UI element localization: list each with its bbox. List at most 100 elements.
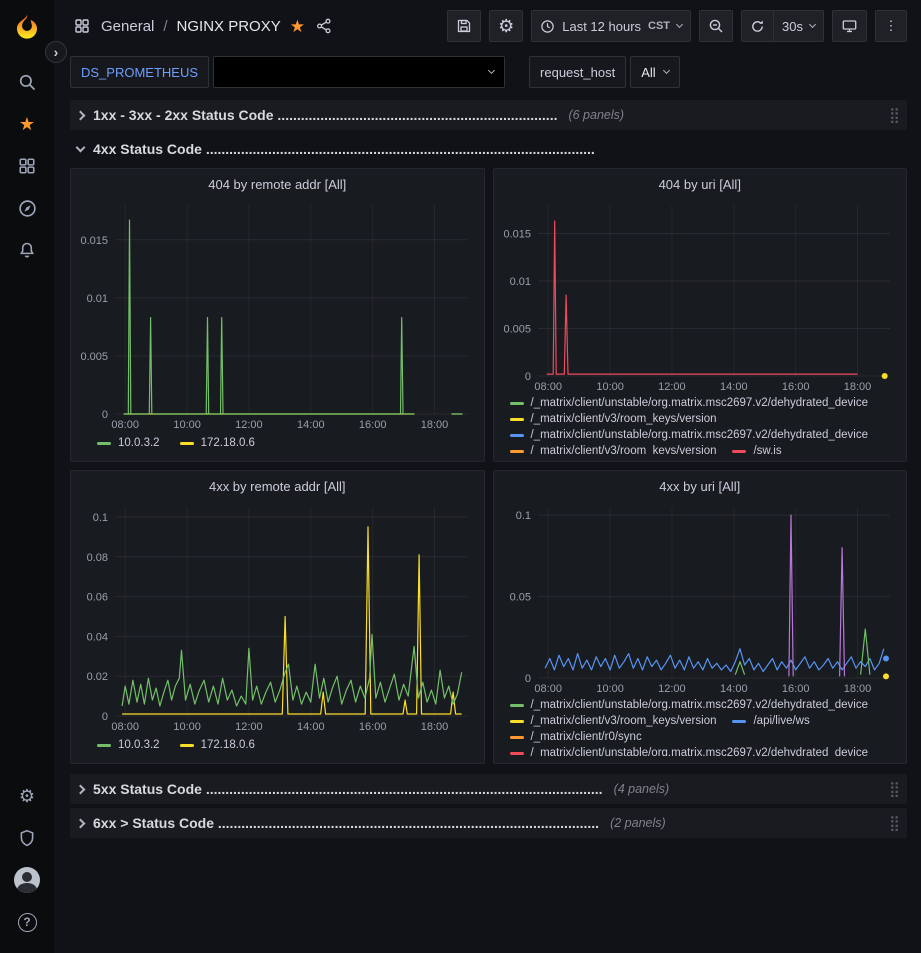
panel: 4xx by remote addr [All] 08:0010:0012:00…	[70, 470, 485, 764]
variable-label-ds-prometheus[interactable]: DS_PROMETHEUS	[70, 56, 209, 88]
legend-series-label: /_matrix/client/v3/room_keys/version	[531, 445, 717, 454]
legend-item[interactable]: 10.0.3.2	[97, 739, 160, 751]
chevron-down-icon	[676, 21, 683, 28]
refresh-icon	[750, 19, 765, 34]
legend-item[interactable]: /_matrix/client/v3/room_keys/version	[510, 715, 717, 727]
dashboard-row-5xx[interactable]: 5xx Status Code ........................…	[70, 774, 907, 804]
share-button[interactable]	[314, 16, 334, 36]
tv-mode-button[interactable]	[832, 10, 867, 42]
variable-label-request-host[interactable]: request_host	[529, 56, 626, 88]
svg-text:18:00: 18:00	[843, 381, 871, 393]
svg-text:0.04: 0.04	[87, 631, 108, 643]
panel-chart[interactable]: 08:0010:0012:0014:0016:0018:0000.050.1	[502, 500, 899, 696]
variable-value-ds-prometheus-dropdown[interactable]	[213, 56, 505, 88]
panel: 4xx by uri [All] 08:0010:0012:0014:0016:…	[493, 470, 908, 764]
row-panel-count: (4 panels)	[614, 782, 670, 796]
sidebar-item-explore[interactable]	[7, 188, 47, 228]
svg-text:12:00: 12:00	[658, 381, 686, 393]
svg-text:14:00: 14:00	[297, 419, 325, 431]
legend-item[interactable]: 172.18.0.6	[180, 739, 255, 751]
breadcrumb: General / NGINX PROXY ★	[72, 16, 334, 36]
time-range-picker[interactable]: Last 12 hours CST	[531, 10, 691, 42]
share-icon	[316, 18, 332, 34]
legend-item[interactable]: /sw.js	[732, 445, 781, 454]
sidebar-item-server-admin[interactable]	[7, 818, 47, 858]
legend-series-marker	[180, 744, 194, 747]
save-dashboard-button[interactable]	[447, 10, 481, 42]
legend-item[interactable]: 172.18.0.6	[180, 437, 255, 449]
dashboard-settings-button[interactable]: ⚙	[489, 10, 523, 42]
row-title: 5xx Status Code ........................…	[93, 781, 603, 797]
legend-series-marker	[510, 450, 524, 453]
legend-series-label: 172.18.0.6	[201, 437, 255, 449]
legend-series-label: 172.18.0.6	[201, 739, 255, 751]
dashboard-row-6xx[interactable]: 6xx > Status Code ......................…	[70, 808, 907, 838]
legend-series-label: /_matrix/client/unstable/org.matrix.msc2…	[531, 429, 869, 441]
dashboards-grid-icon	[18, 157, 36, 175]
legend-series-label: /sw.js	[753, 445, 781, 454]
kebab-menu-button[interactable]: ⋮	[875, 10, 907, 42]
favorite-star-icon[interactable]: ★	[290, 18, 305, 35]
time-range-label: Last 12 hours	[562, 19, 641, 34]
panel-chart[interactable]: 08:0010:0012:0014:0016:0018:0000.020.040…	[79, 500, 476, 734]
panel-legend: 10.0.3.2 172.18.0.6	[79, 432, 476, 454]
avatar	[14, 867, 40, 893]
sidebar-item-starred[interactable]: ★	[7, 104, 47, 144]
variable-value-request-host-dropdown[interactable]: All	[630, 56, 679, 88]
legend-item[interactable]: /_matrix/client/unstable/org.matrix.msc2…	[510, 699, 869, 711]
breadcrumb-separator: /	[163, 18, 167, 35]
panel-title[interactable]: 404 by remote addr [All]	[79, 174, 476, 198]
compass-icon	[18, 199, 37, 218]
legend-series-label: /_matrix/client/unstable/org.matrix.msc2…	[531, 747, 869, 756]
drag-handle-icon[interactable]: ⣿	[889, 814, 900, 832]
sidebar-item-dashboards[interactable]	[7, 146, 47, 186]
dashboard-title[interactable]: NGINX PROXY	[177, 18, 281, 35]
panel-title[interactable]: 4xx by uri [All]	[502, 476, 899, 500]
breadcrumb-folder[interactable]: General	[101, 18, 154, 35]
chevron-down-icon	[488, 67, 495, 74]
svg-text:12:00: 12:00	[658, 683, 686, 695]
svg-text:14:00: 14:00	[720, 381, 748, 393]
sidebar-item-profile[interactable]	[7, 860, 47, 900]
sidebar-expand-button[interactable]: ›	[45, 41, 67, 63]
refresh-button[interactable]	[741, 10, 773, 42]
legend-series-label: /_matrix/client/v3/room_keys/version	[531, 413, 717, 425]
legend-item[interactable]: 10.0.3.2	[97, 437, 160, 449]
refresh-interval-dropdown[interactable]: 30s	[773, 10, 824, 42]
grafana-logo[interactable]	[7, 7, 47, 47]
legend-item[interactable]: /_matrix/client/unstable/org.matrix.msc2…	[510, 747, 869, 756]
dashboard-row-4xx[interactable]: 4xx Status Code ........................…	[70, 134, 907, 164]
legend-series-label: /_matrix/client/r0/sync	[531, 731, 642, 743]
panel-title[interactable]: 4xx by remote addr [All]	[79, 476, 476, 500]
sidebar-item-help[interactable]: ?	[7, 902, 47, 942]
drag-handle-icon[interactable]: ⣿	[889, 106, 900, 124]
variable-value-request-host: All	[641, 65, 655, 80]
legend-item[interactable]: /_matrix/client/r0/sync	[510, 731, 642, 743]
legend-series-marker	[180, 442, 194, 445]
svg-text:0.06: 0.06	[87, 592, 108, 604]
gear-icon: ⚙	[19, 787, 35, 805]
legend-item[interactable]: /_matrix/client/v3/room_keys/version	[510, 413, 717, 425]
sidebar-item-configuration[interactable]: ⚙	[7, 776, 47, 816]
panel-chart[interactable]: 08:0010:0012:0014:0016:0018:0000.0050.01…	[502, 198, 899, 394]
chevron-down-icon	[663, 67, 670, 74]
zoom-out-button[interactable]	[699, 10, 733, 42]
panel-chart[interactable]: 08:0010:0012:0014:0016:0018:0000.0050.01…	[79, 198, 476, 432]
panels-grid: 404 by remote addr [All] 08:0010:0012:00…	[70, 168, 907, 764]
legend-item[interactable]: /_matrix/client/v3/room_keys/version	[510, 445, 717, 454]
legend-series-marker	[510, 434, 524, 437]
legend-item[interactable]: /api/live/ws	[732, 715, 809, 727]
refresh-interval-label: 30s	[782, 19, 803, 34]
drag-handle-icon[interactable]: ⣿	[889, 780, 900, 798]
legend-item[interactable]: /_matrix/client/unstable/org.matrix.msc2…	[510, 397, 869, 409]
panel: 404 by uri [All] 08:0010:0012:0014:0016:…	[493, 168, 908, 462]
sidebar-item-alerting[interactable]	[7, 230, 47, 270]
dashboard-row-1xx-3xx-2xx[interactable]: 1xx - 3xx - 2xx Status Code ............…	[70, 100, 907, 130]
legend-item[interactable]: /_matrix/client/unstable/org.matrix.msc2…	[510, 429, 869, 441]
svg-text:0.015: 0.015	[80, 235, 108, 247]
legend-series-marker	[732, 450, 746, 453]
chevron-right-icon	[76, 784, 86, 794]
legend-series-marker	[510, 720, 524, 723]
panel-title[interactable]: 404 by uri [All]	[502, 174, 899, 198]
sidebar-item-search[interactable]	[7, 62, 47, 102]
